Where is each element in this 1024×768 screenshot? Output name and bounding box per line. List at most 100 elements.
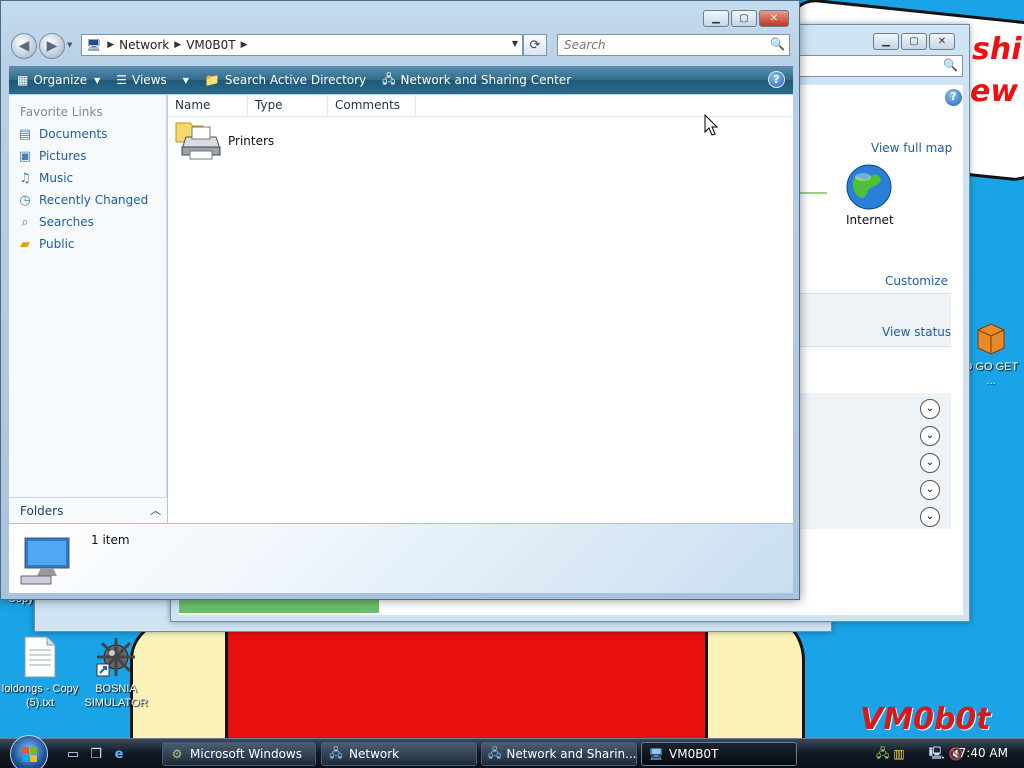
forward-arrow-icon: ▶	[46, 38, 58, 54]
address-row: ◀ ▶ ▼ 🖥 ▶ Network ▶ VM0B0T ▶ ▼ ⟳ 🔍	[9, 31, 794, 61]
nav-link-public[interactable]: ▰ Public	[9, 233, 166, 255]
desktop-icon-bosnia-simulator[interactable]: BOSNIA SIMULATOR	[76, 636, 156, 710]
views-label: Views	[132, 73, 167, 87]
explorer-window[interactable]: ▁ ▢ ✕ ◀ ▶ ▼ 🖥 ▶ Network ▶ VM0B0T ▶ ▼ ⟳ 🔍…	[0, 0, 800, 600]
help-icon[interactable]: ?	[945, 89, 962, 106]
search-box[interactable]: 🔍	[557, 34, 790, 56]
column-header-type[interactable]: Type	[248, 95, 328, 116]
views-button[interactable]: ☰ Views ▼	[108, 66, 197, 94]
maximize-button[interactable]: ▢	[901, 33, 927, 50]
network-status-icon[interactable]: 🖧	[876, 744, 889, 765]
organize-label: Organize	[33, 73, 88, 87]
nav-link-label: Pictures	[39, 149, 87, 163]
pictures-icon: ▣	[18, 148, 32, 164]
folders-label: Folders	[20, 503, 64, 518]
show-desktop-icon[interactable]: ▭	[64, 745, 82, 763]
column-header-label: Comments	[335, 98, 401, 112]
address-bar[interactable]: 🖥 ▶ Network ▶ VM0B0T ▶ ▼	[81, 34, 523, 56]
nav-link-label: Recently Changed	[39, 193, 149, 207]
organize-icon: ▦	[17, 73, 29, 87]
window-controls: ▁ ▢ ✕	[703, 10, 789, 27]
column-headers: ^ Name Type Comments	[168, 91, 793, 117]
column-header-label: Name	[175, 98, 211, 112]
refresh-button[interactable]: ⟳	[523, 34, 547, 56]
expand-chevron-icon[interactable]: ⌄	[920, 453, 940, 473]
sidebar-icon[interactable]: ▥	[893, 747, 904, 761]
start-button[interactable]	[10, 735, 48, 768]
network-sharing-label: Network and Sharing Center	[400, 73, 572, 87]
taskbar-clock[interactable]: 7:40 AM	[959, 746, 1008, 760]
refresh-icon: ⟳	[529, 37, 541, 53]
minimize-button[interactable]: ▁	[703, 10, 729, 27]
maximize-button[interactable]: ▢	[731, 10, 757, 27]
customize-link[interactable]: Customize	[885, 274, 948, 288]
taskbar-button-microsoft-windows[interactable]: ⚙ Microsoft Windows	[162, 742, 316, 766]
window-controls: ▁ ▢ ✕	[873, 33, 955, 50]
recent-icon: ◷	[19, 192, 31, 208]
minimize-button[interactable]: ▁	[873, 33, 899, 50]
breadcrumb-computer[interactable]: VM0B0T	[186, 38, 235, 52]
expand-chevron-icon[interactable]: ⌄	[920, 426, 940, 446]
search-input[interactable]	[558, 35, 758, 55]
network-sharing-center-button[interactable]: 🖧 Network and Sharing Center	[374, 66, 579, 94]
desktop-icon-label: O GO GET ...	[963, 361, 1019, 387]
nav-link-pictures[interactable]: ▣ Pictures	[9, 145, 166, 167]
taskbar: ▭ ❐ e ⚙ Microsoft Windows 🖧 Network 🖧 Ne…	[0, 735, 1024, 768]
expand-chevron-icon[interactable]: ⌄	[920, 507, 940, 527]
nav-link-documents[interactable]: ▤ Documents	[9, 123, 166, 145]
nsc-search-box[interactable]: 🔍	[791, 55, 963, 77]
music-icon: ♫	[19, 170, 31, 186]
switch-windows-icon[interactable]: ❐	[87, 745, 105, 763]
taskbar-button-label: Network	[349, 747, 400, 761]
address-dropdown-icon[interactable]: ▼	[512, 39, 518, 48]
back-button[interactable]: ◀	[11, 33, 37, 59]
organize-button[interactable]: ▦ Organize ▼	[9, 66, 108, 94]
expand-chevron-icon[interactable]: ⌄	[920, 399, 940, 419]
command-toolbar: ▦ Organize ▼ ☰ Views ▼ 📁 Search Active D…	[9, 66, 793, 94]
forward-button[interactable]: ▶	[39, 33, 65, 59]
network-computer-icon: 🖥	[86, 38, 102, 52]
view-status-link[interactable]: View status	[882, 325, 951, 339]
item-count: 1 item	[91, 533, 130, 547]
directory-search-icon: 📁	[204, 73, 220, 87]
public-folder-icon: ▰	[20, 236, 30, 252]
breadcrumb-separator-icon: ▶	[240, 40, 248, 50]
taskbar-button-vm0b0t[interactable]: 🖥 VM0B0T	[641, 742, 797, 766]
file-list-pane[interactable]: ^ Name Type Comments Printers	[168, 91, 793, 523]
nav-link-recently-changed[interactable]: ◷ Recently Changed	[9, 189, 166, 211]
file-item-printers[interactable]: Printers	[174, 119, 274, 163]
search-icon[interactable]: 🔍	[770, 37, 785, 51]
close-button[interactable]: ✕	[759, 10, 789, 27]
search-active-directory-button[interactable]: 📁 Search Active Directory	[197, 66, 374, 94]
column-header-name[interactable]: ^ Name	[168, 91, 248, 116]
column-header-comments[interactable]: Comments	[328, 95, 416, 116]
internet-label: Internet	[846, 213, 894, 227]
taskbar-button-network-sharing[interactable]: 🖧 Network and Sharin...	[481, 742, 637, 766]
view-full-map-link[interactable]: View full map	[871, 141, 952, 155]
breadcrumb-network[interactable]: Network	[119, 38, 169, 52]
chevron-down-icon: ▼	[94, 75, 101, 85]
file-item-name: Printers	[228, 134, 275, 148]
close-button[interactable]: ✕	[929, 33, 955, 50]
details-pane: 1 item	[9, 523, 793, 593]
desktop-icon-text-file[interactable]: loldongs - Copy (5).txt	[0, 636, 80, 710]
spiky-ball-icon	[96, 638, 135, 677]
chevron-down-icon: ▼	[182, 75, 189, 85]
nav-link-music[interactable]: ♫ Music	[9, 167, 166, 189]
sharing-options-panel: ⌄ ⌄ ⌄ ⌄ ⌄	[799, 393, 951, 529]
internet-explorer-icon[interactable]: e	[110, 745, 128, 763]
folders-toggle[interactable]: Folders ︿	[9, 497, 167, 523]
desktop-icon-label: loldongs - Copy (5).txt	[1, 683, 79, 709]
favorite-links-heading: Favorite Links	[20, 105, 103, 119]
wallpaper-text-2: ew	[970, 74, 1019, 109]
expand-chevron-icon[interactable]: ⌄	[920, 480, 940, 500]
taskbar-button-network[interactable]: 🖧 Network	[321, 742, 477, 766]
nav-link-searches[interactable]: ⌕ Searches	[9, 211, 166, 233]
network-connection-icon[interactable]: 🖳	[929, 744, 945, 765]
help-icon[interactable]: ?	[768, 71, 785, 88]
search-icon: 🔍	[943, 58, 958, 72]
internet-globe-icon	[846, 164, 892, 210]
search-ad-label: Search Active Directory	[224, 73, 367, 87]
computer-icon: 🖥	[648, 747, 664, 761]
recent-pages-dropdown[interactable]: ▼	[67, 41, 72, 49]
